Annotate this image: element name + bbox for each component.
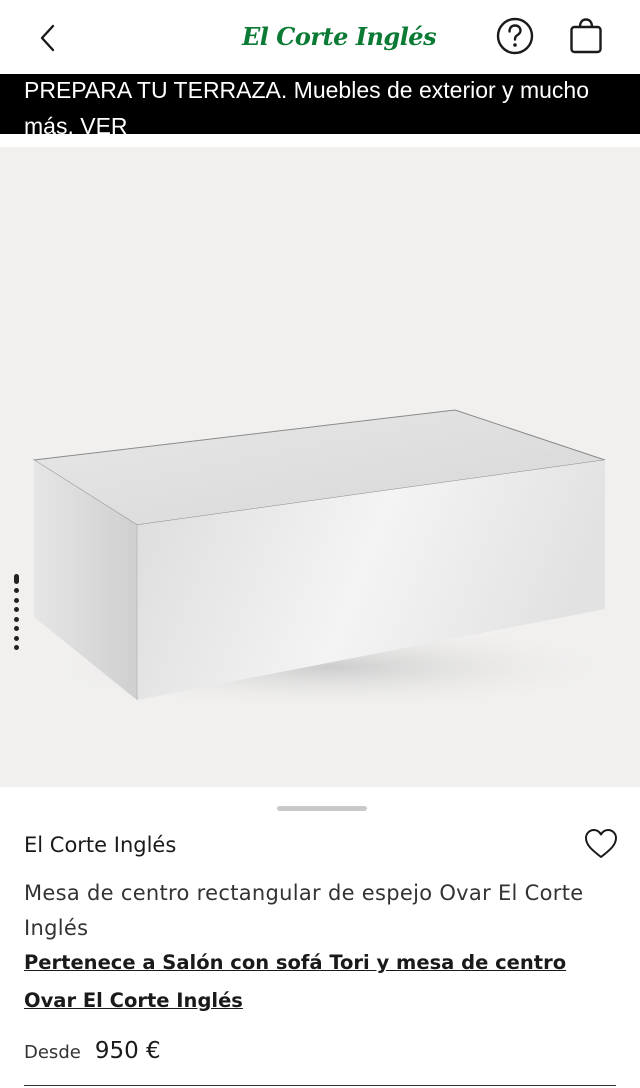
product-set-link[interactable]: Pertenece a Salón con sofá Tori y mesa d…: [24, 944, 614, 1020]
product-brand[interactable]: El Corte Inglés: [24, 830, 176, 860]
gallery-dot-active[interactable]: [13, 574, 19, 584]
gallery-dot[interactable]: [13, 626, 19, 632]
price-value: 950 €: [94, 1038, 161, 1064]
gallery-dot[interactable]: [13, 616, 19, 622]
question-circle-icon: [496, 17, 534, 55]
top-navigation-bar: El Corte Inglés: [0, 0, 640, 74]
divider: [24, 1085, 616, 1086]
sheet-drag-handle[interactable]: [277, 806, 367, 811]
help-button[interactable]: [493, 14, 537, 58]
price-row: Desde 950 €: [24, 1038, 161, 1064]
cart-button[interactable]: [564, 14, 608, 58]
product-image: [30, 409, 630, 712]
gallery-dot[interactable]: [13, 644, 19, 650]
gallery-pagination[interactable]: [12, 574, 20, 650]
price-label: Desde: [24, 1042, 81, 1063]
heart-outline-icon: [585, 829, 617, 858]
chevron-left-icon: [40, 24, 55, 52]
favorite-button[interactable]: [582, 826, 620, 862]
back-button[interactable]: [26, 16, 70, 60]
gallery-dot[interactable]: [13, 597, 19, 603]
promo-text: PREPARA TU TERRAZA. Muebles de exterior …: [24, 77, 589, 134]
gallery-dot[interactable]: [13, 635, 19, 641]
gallery-dot[interactable]: [13, 607, 19, 613]
gallery-dot[interactable]: [13, 588, 19, 594]
product-info-sheet: El Corte Inglés Mesa de centro rectangul…: [0, 798, 640, 1088]
product-image-gallery[interactable]: [0, 147, 640, 787]
promo-banner[interactable]: PREPARA TU TERRAZA. Muebles de exterior …: [0, 74, 640, 134]
product-title: Mesa de centro rectangular de espejo Ova…: [24, 881, 584, 940]
store-logo[interactable]: El Corte Inglés: [242, 18, 437, 56]
shopping-bag-icon: [570, 18, 602, 54]
